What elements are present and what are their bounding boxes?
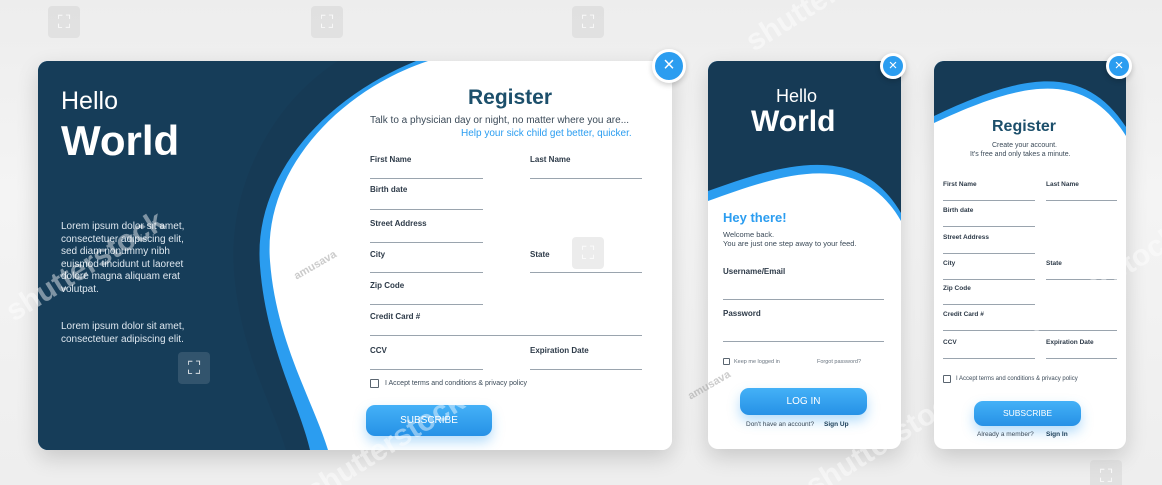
terms-checkbox[interactable] [943,375,951,383]
username-label: Username/Email [723,267,786,276]
last-name-label: Last Name [1046,181,1079,188]
close-icon: × [1114,57,1124,74]
lorem-line: Lorem ipsum dolor sit amet, [61,321,185,332]
ccv-field[interactable] [370,369,483,370]
street-address-label: Street Address [943,234,989,241]
lorem-line: sed diam nonummy nibh [61,246,170,257]
watermark-logo-icon: ⛶ [572,237,604,269]
ccv-label: CCV [370,346,387,355]
expiration-date-field[interactable] [530,369,642,370]
street-address-field[interactable] [943,253,1035,254]
watermark-logo-icon: ⛶ [311,6,343,38]
signin-link[interactable]: Sign In [1046,431,1068,438]
last-name-field[interactable] [1046,200,1117,201]
desktop-close-button[interactable]: × [652,49,686,83]
credit-card-field[interactable] [943,330,1117,331]
city-label: City [370,250,386,259]
mobile-subscribe-button[interactable]: SUBSCRIBE [974,401,1081,426]
watermark-logo-icon: ⛶ [1090,460,1122,485]
zip-code-label: Zip Code [370,281,405,290]
credit-card-label: Credit Card # [370,312,421,321]
watermark-logo-icon: ⛶ [572,6,604,38]
lorem-line: volutpat. [61,283,99,295]
already-member-text: Already a member? [977,431,1034,438]
login-hello-text: Hello [776,86,818,106]
state-field[interactable] [530,272,642,273]
login-welcome: Welcome back. [723,230,775,239]
mobile-register-title: Register [992,118,1057,135]
first-name-label: First Name [370,155,412,164]
expiration-date-label: Expiration Date [530,346,589,355]
terms-label: I Accept terms and conditions & privacy … [956,376,1078,382]
password-label: Password [723,309,761,318]
close-icon: × [888,57,898,74]
first-name-label: First Name [943,181,977,188]
credit-card-field[interactable] [370,335,642,336]
birth-date-label: Birth date [943,207,974,214]
ccv-label: CCV [943,339,957,346]
desktop-subscribe-button[interactable]: SUBSCRIBE [366,405,492,436]
desktop-register-title: Register [468,86,553,109]
keep-logged-checkbox[interactable] [723,358,730,365]
zip-code-field[interactable] [943,304,1035,305]
first-name-field[interactable] [943,200,1035,201]
terms-label: I Accept terms and conditions & privacy … [385,380,528,387]
mobile-register-subtitle-2: It's free and only takes a minute. [970,151,1071,158]
desktop-lorem-block-1: Lorem ipsum dolor sit amet, consectetuer… [61,221,184,296]
state-field[interactable] [1046,279,1117,280]
city-label: City [943,260,956,267]
mobile-register-card: Register Create your account. It's free … [934,61,1126,449]
login-button[interactable]: LOG IN [740,388,867,415]
lorem-line: dolore magna aliquam erat [61,271,180,282]
birth-date-label: Birth date [370,185,408,194]
lorem-line: consectetuer adipiscing elit, [61,233,184,245]
zip-code-label: Zip Code [943,285,971,292]
no-account-text: Don't have an account? [746,421,815,428]
city-field[interactable] [943,279,1035,280]
desktop-register-subtitle-link[interactable]: Help your sick child get better, quicker… [461,128,632,139]
desktop-register-subtitle: Talk to a physician day or night, no mat… [370,115,630,126]
watermark-brand-text: shutterstock [740,0,911,59]
birth-date-field[interactable] [943,226,1035,227]
keep-logged-label: Keep me logged in [734,359,780,365]
close-icon: × [663,54,675,76]
street-address-field[interactable] [370,242,483,243]
username-field[interactable] [723,299,884,300]
state-label: State [1046,260,1062,267]
city-field[interactable] [370,272,483,273]
lorem-line: consectetuer adipiscing elit. [61,333,184,345]
last-name-field[interactable] [530,178,642,179]
login-close-button[interactable]: × [880,53,906,79]
mobile-register-close-button[interactable]: × [1106,53,1132,79]
watermark-logo-icon: ⛶ [48,6,80,38]
login-welcome-2: You are just one step away to your feed. [723,239,857,248]
expiration-date-field[interactable] [1046,358,1117,359]
mobile-register-subtitle-1: Create your account. [992,142,1057,149]
ccv-field[interactable] [943,358,1035,359]
state-label: State [530,250,550,259]
terms-checkbox[interactable] [370,379,379,388]
first-name-field[interactable] [370,178,483,179]
desktop-hello-text: Hello [61,87,118,115]
last-name-label: Last Name [530,155,571,164]
login-greeting: Hey there! [723,210,787,225]
credit-card-label: Credit Card # [943,311,984,318]
zip-code-field[interactable] [370,304,483,305]
mobile-login-card: Hello World Hey there! Welcome back. You… [708,61,901,449]
watermark-logo-icon: ⛶ [178,352,210,384]
desktop-world-text: World [61,117,180,164]
expiration-date-label: Expiration Date [1046,339,1094,346]
desktop-lorem-block-2: Lorem ipsum dolor sit amet, consectetuer… [61,321,184,346]
login-world-text: World [751,105,836,138]
lorem-line: euismod tincidunt ut laoreet [61,258,184,270]
lorem-line: Lorem ipsum dolor sit amet, [61,221,185,232]
street-address-label: Street Address [370,219,427,228]
password-field[interactable] [723,341,884,342]
forgot-password-link[interactable]: Forgot password? [817,359,861,365]
signup-link[interactable]: Sign Up [824,421,849,428]
birth-date-field[interactable] [370,209,483,210]
